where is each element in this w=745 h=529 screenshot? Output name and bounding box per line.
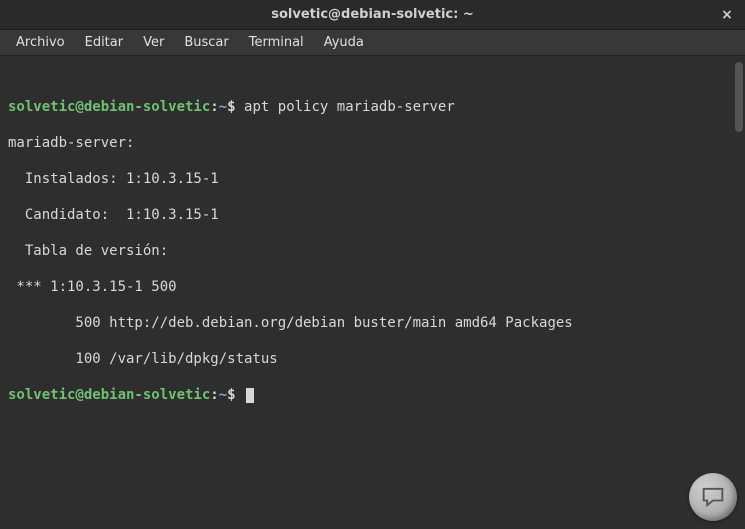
titlebar[interactable]: solvetic@debian-solvetic: ~ × bbox=[0, 0, 745, 30]
output-line: mariadb-server: bbox=[8, 134, 737, 152]
window-title: solvetic@debian-solvetic: ~ bbox=[271, 7, 474, 22]
prompt-sep: : bbox=[210, 387, 218, 403]
terminal-window: solvetic@debian-solvetic: ~ × Archivo Ed… bbox=[0, 0, 745, 529]
menu-terminal[interactable]: Terminal bbox=[239, 32, 314, 53]
prompt-userhost: solvetic@debian-solvetic bbox=[8, 387, 210, 403]
chat-bubble-icon[interactable] bbox=[689, 473, 737, 521]
prompt-symbol: $ bbox=[227, 387, 235, 403]
scrollbar[interactable] bbox=[735, 62, 743, 132]
menu-buscar[interactable]: Buscar bbox=[174, 32, 238, 53]
prompt-sep: : bbox=[210, 99, 218, 115]
menu-ver[interactable]: Ver bbox=[133, 32, 174, 53]
output-line: 100 /var/lib/dpkg/status bbox=[8, 350, 737, 368]
output-line: Instalados: 1:10.3.15-1 bbox=[8, 170, 737, 188]
close-icon[interactable]: × bbox=[719, 7, 735, 23]
output-line: Candidato: 1:10.3.15-1 bbox=[8, 206, 737, 224]
output-line: 500 http://deb.debian.org/debian buster/… bbox=[8, 314, 737, 332]
menubar: Archivo Editar Ver Buscar Terminal Ayuda bbox=[0, 30, 745, 56]
terminal-output[interactable]: solvetic@debian-solvetic:~$ apt policy m… bbox=[0, 56, 745, 529]
menu-editar[interactable]: Editar bbox=[75, 32, 134, 53]
menu-archivo[interactable]: Archivo bbox=[6, 32, 75, 53]
menu-ayuda[interactable]: Ayuda bbox=[314, 32, 374, 53]
command-text: apt policy mariadb-server bbox=[244, 99, 455, 115]
output-line: *** 1:10.3.15-1 500 bbox=[8, 278, 737, 296]
cursor bbox=[246, 388, 254, 403]
output-line: Tabla de versión: bbox=[8, 242, 737, 260]
prompt-path: ~ bbox=[219, 99, 227, 115]
prompt-symbol: $ bbox=[227, 99, 235, 115]
prompt-path: ~ bbox=[219, 387, 227, 403]
prompt-userhost: solvetic@debian-solvetic bbox=[8, 99, 210, 115]
